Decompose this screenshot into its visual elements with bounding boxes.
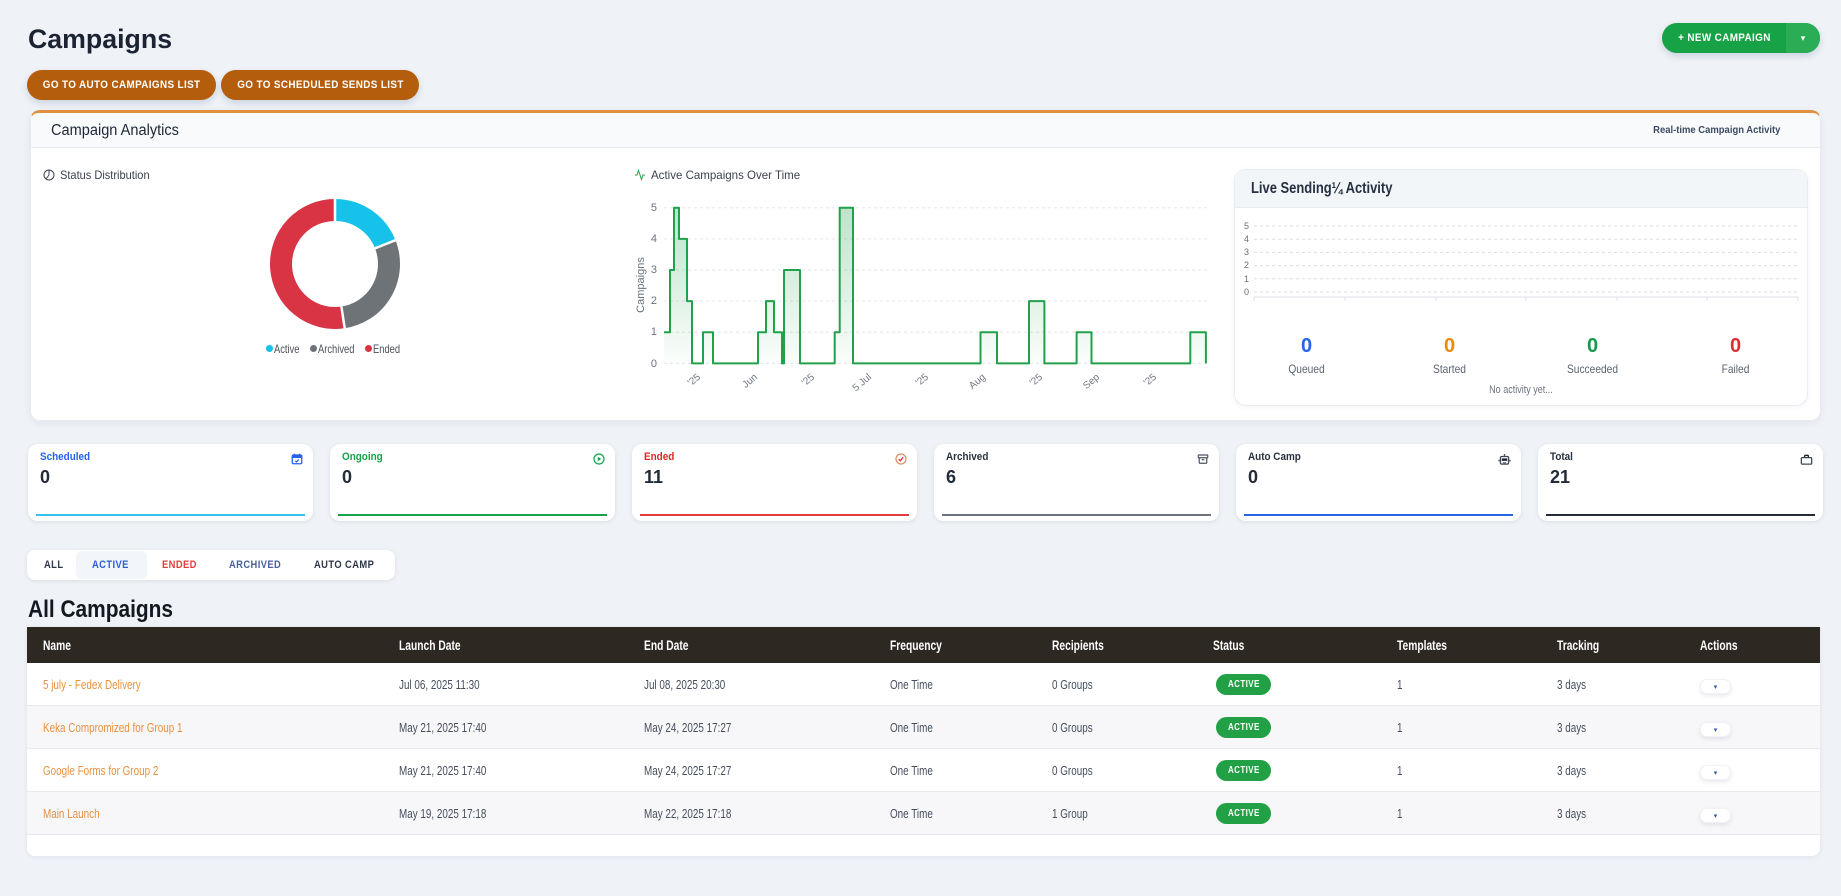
svg-text:0: 0 (1244, 287, 1249, 297)
svg-text:4: 4 (1244, 234, 1249, 244)
svg-text:'25: '25 (914, 372, 931, 389)
svg-text:'25: '25 (800, 372, 817, 389)
svg-text:3: 3 (1244, 247, 1249, 257)
svg-text:0: 0 (651, 358, 657, 370)
svg-text:Campaigns: Campaigns (636, 257, 647, 313)
svg-text:5: 5 (1244, 221, 1249, 231)
svg-text:'25: '25 (1142, 372, 1159, 389)
svg-text:'25: '25 (1028, 372, 1045, 389)
svg-text:Jun: Jun (741, 372, 760, 391)
svg-text:4: 4 (651, 233, 657, 245)
svg-text:'25: '25 (686, 372, 703, 389)
svg-text:5: 5 (651, 202, 657, 214)
svg-text:2: 2 (651, 295, 657, 307)
svg-text:3: 3 (651, 264, 657, 276)
svg-text:Sep: Sep (1081, 372, 1102, 392)
svg-text:5 Jul: 5 Jul (851, 372, 874, 394)
svg-text:1: 1 (651, 326, 657, 338)
svg-text:Aug: Aug (967, 372, 988, 392)
svg-text:1: 1 (1244, 274, 1249, 284)
svg-text:2: 2 (1244, 260, 1249, 270)
